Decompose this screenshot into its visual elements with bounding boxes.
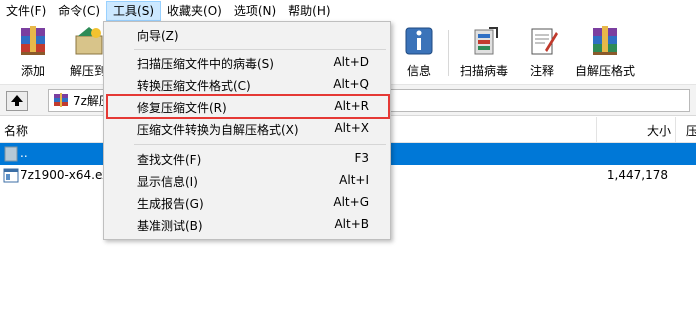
menu-file[interactable]: 文件(F) bbox=[0, 1, 52, 21]
comment-button[interactable]: 注释 bbox=[522, 24, 562, 82]
menu-item-label: 查找文件(F) bbox=[137, 153, 202, 167]
file-name: .. bbox=[20, 146, 28, 160]
menu-item-shortcut: F3 bbox=[354, 151, 369, 165]
menu-item-label: 生成报告(G) bbox=[137, 197, 204, 211]
menu-item-label: 压缩文件转换为自解压格式(X) bbox=[137, 123, 299, 137]
info-icon bbox=[402, 24, 436, 58]
add-label: 添加 bbox=[20, 64, 45, 78]
comment-label: 注释 bbox=[529, 64, 554, 78]
menu-tools[interactable]: 工具(S) bbox=[106, 1, 162, 21]
toolbar-separator bbox=[448, 30, 449, 76]
tools-menu: 向导(Z) 扫描压缩文件中的病毒(S) Alt+D 转换压缩文件格式(C) Al… bbox=[103, 21, 391, 240]
menu-item-convert[interactable]: 转换压缩文件格式(C) Alt+Q bbox=[104, 74, 390, 96]
menu-item-shortcut: Alt+X bbox=[334, 121, 369, 135]
menu-item-scan-virus[interactable]: 扫描压缩文件中的病毒(S) Alt+D bbox=[104, 52, 390, 74]
menu-item-label: 向导(Z) bbox=[137, 29, 179, 43]
highlight-box bbox=[106, 94, 390, 119]
menu-favorites[interactable]: 收藏夹(O) bbox=[161, 1, 228, 21]
column-name[interactable]: 名称 bbox=[4, 122, 28, 139]
sfx-button[interactable]: 自解压格式 bbox=[572, 24, 638, 82]
column-packed[interactable]: 压 bbox=[686, 122, 696, 139]
comment-icon bbox=[525, 24, 559, 58]
virus-scan-label: 扫描病毒 bbox=[459, 64, 508, 78]
menu-separator bbox=[134, 49, 386, 50]
exe-file-icon bbox=[3, 168, 19, 183]
menu-item-shortcut: Alt+B bbox=[334, 217, 369, 231]
menu-item-label: 显示信息(I) bbox=[137, 175, 198, 189]
up-folder-button[interactable] bbox=[6, 91, 28, 111]
column-size[interactable]: 大小 bbox=[647, 122, 671, 139]
menubar: 文件(F) 命令(C) 工具(S) 收藏夹(O) 选项(N) 帮助(H) bbox=[0, 0, 696, 23]
menu-command[interactable]: 命令(C) bbox=[52, 1, 106, 21]
menu-item-shortcut: Alt+I bbox=[339, 173, 369, 187]
menu-separator bbox=[134, 144, 386, 145]
column-divider[interactable] bbox=[596, 117, 597, 142]
menu-item-label: 扫描压缩文件中的病毒(S) bbox=[137, 57, 274, 71]
parent-folder-icon bbox=[4, 146, 18, 162]
menu-item-to-sfx[interactable]: 压缩文件转换为自解压格式(X) Alt+X bbox=[104, 118, 390, 140]
column-divider[interactable] bbox=[675, 117, 676, 142]
file-size: 1,447,178 bbox=[606, 168, 668, 182]
virus-scan-button[interactable]: 扫描病毒 bbox=[456, 24, 512, 82]
virus-scan-icon bbox=[467, 24, 501, 58]
add-button[interactable]: 添加 bbox=[8, 24, 58, 82]
menu-item-label: 基准测试(B) bbox=[137, 219, 203, 233]
menu-item-benchmark[interactable]: 基准测试(B) Alt+B bbox=[104, 214, 390, 236]
menu-item-shortcut: Alt+G bbox=[333, 195, 369, 209]
extract-to-icon bbox=[72, 24, 106, 58]
up-arrow-icon bbox=[11, 95, 23, 106]
menu-item-find[interactable]: 查找文件(F) F3 bbox=[104, 148, 390, 170]
file-name: 7z1900-x64.exe bbox=[20, 168, 117, 182]
menu-item-label: 转换压缩文件格式(C) bbox=[137, 79, 251, 93]
info-label: 信息 bbox=[406, 64, 431, 78]
menu-help[interactable]: 帮助(H) bbox=[282, 1, 336, 21]
archive-add-icon bbox=[16, 24, 50, 58]
menu-item-report[interactable]: 生成报告(G) Alt+G bbox=[104, 192, 390, 214]
menu-item-wizard[interactable]: 向导(Z) bbox=[104, 24, 390, 46]
sfx-icon bbox=[588, 24, 622, 58]
menu-options[interactable]: 选项(N) bbox=[228, 1, 282, 21]
menu-item-shortcut: Alt+D bbox=[333, 55, 369, 69]
menu-item-shortcut: Alt+Q bbox=[333, 77, 369, 91]
archive-icon bbox=[54, 93, 68, 107]
info-button[interactable]: 信息 bbox=[396, 24, 442, 82]
menu-item-show-info[interactable]: 显示信息(I) Alt+I bbox=[104, 170, 390, 192]
sfx-label: 自解压格式 bbox=[574, 64, 635, 78]
